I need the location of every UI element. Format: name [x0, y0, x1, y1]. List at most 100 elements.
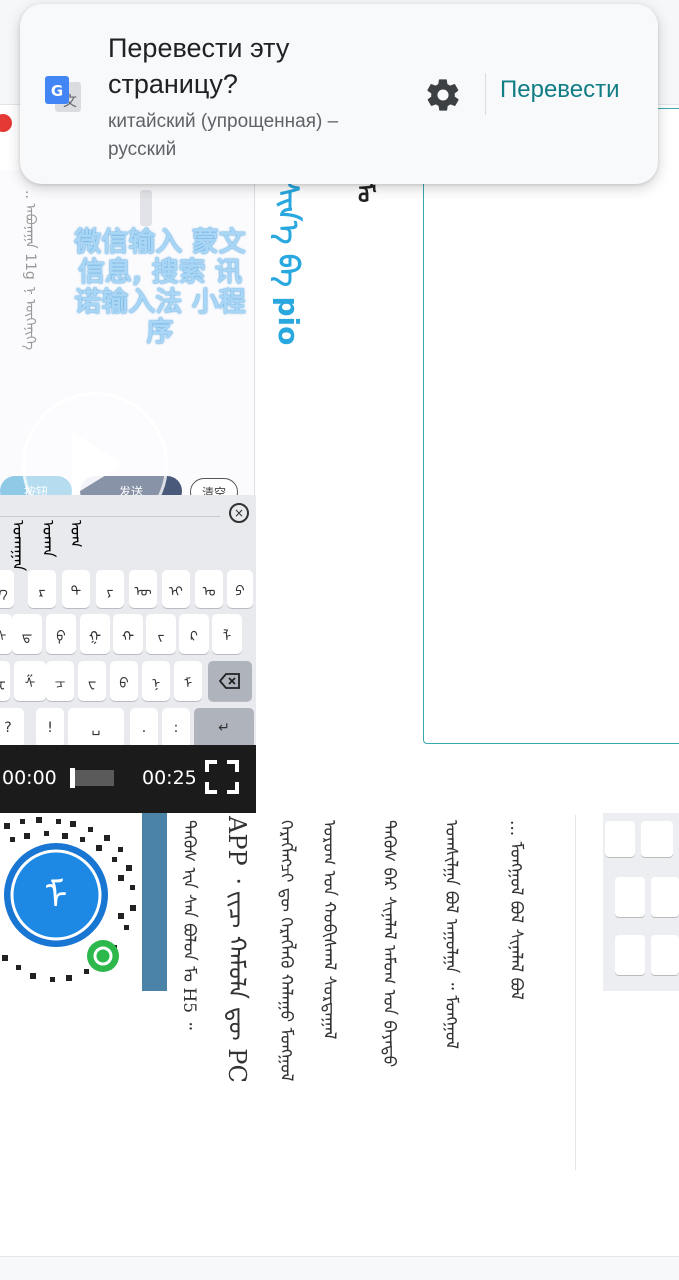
play-icon [72, 432, 124, 496]
keyboard-thumbnail [603, 813, 679, 991]
key-o[interactable]: ᠣ [195, 570, 223, 608]
key-i[interactable]: ᠢ [162, 570, 190, 608]
key-label: ᠫ [235, 584, 245, 600]
key-label: ! [47, 720, 53, 736]
key-g[interactable]: ᠭ [80, 614, 110, 654]
key-label: ᠡ [0, 584, 8, 600]
key-label: ᠸ [87, 676, 97, 692]
key-period[interactable]: . [130, 708, 158, 748]
key-z[interactable]: ᠽ [0, 661, 10, 701]
key-label: : [173, 720, 179, 736]
key-d[interactable]: ᠳ [12, 614, 42, 654]
key-n[interactable]: ᠨ [142, 661, 170, 701]
gear-icon[interactable] [424, 76, 462, 114]
thumb-key [651, 877, 679, 917]
text-column-3: ᠬᠡᠷᠡᠭᠯᠡᠭᠴᠢ ᠳᠦ ᠬᠡᠷᠡᠭᠯᠡᠬᠦ ᠬᠠᠯᠠᠭᠤ ᠮᠣᠩᠭᠤᠯ [276, 820, 296, 1082]
key-label: ᠢ [169, 584, 183, 600]
embedded-frame [423, 108, 679, 744]
faint-vertical-text: .. ᠠᠪᠤᠨᠠᠭᠠ 11g ᠨ ᠦᠭᠡᠨᠢᠬᠡ [22, 190, 38, 351]
key-c[interactable]: ᠴ [46, 661, 74, 701]
key-j[interactable]: ᠵ [146, 614, 176, 654]
key-label: ᠣ [202, 584, 216, 600]
key-label: ᠱ [24, 676, 36, 692]
key-label: ᠯ [222, 629, 232, 645]
key-u[interactable]: ᠦ [129, 570, 157, 608]
key-label: ᠵ [157, 629, 165, 645]
key-label: ᠺ [190, 629, 198, 645]
close-icon[interactable]: × [229, 503, 249, 523]
key-label: ᠳ [21, 629, 33, 645]
thumb-key [605, 821, 635, 857]
text-column-6: ᠤᠭᠰᠢᠯᠭᠠ ᠪᠣᠯ ᠠᠭᠤᠯᠭᠠ ᠃ ᠮᠣᠩᠭᠤᠯ [441, 820, 461, 1049]
key-k[interactable]: ᠺ [179, 614, 209, 654]
text-column-7: ... ᠮᠣᠩᠭᠤᠯ ᠪᠣᠯ ᠰᠢᠨᠡᠯᠡᠯ ᠪᠣᠯ [506, 820, 526, 1000]
key-s[interactable]: ᠰ [0, 614, 12, 654]
duration: 00:25 [142, 767, 197, 789]
key-label: ᠲ [70, 584, 82, 600]
translate-button[interactable]: Перевести [500, 76, 620, 104]
thumb-key [651, 935, 679, 975]
enter-key[interactable]: ↵ [194, 708, 254, 748]
key-label: ᠰ [0, 629, 7, 645]
text-column-2: APP ᠂ ᠵᠢᠴ ᠬᠠᠮᠦᠯᠡ ᠳᠦ PC [223, 816, 251, 1083]
key-label: . [141, 720, 147, 736]
key-y[interactable]: ᠶ [96, 570, 124, 608]
backspace-key[interactable] [208, 661, 252, 701]
red-dot-icon [0, 114, 12, 132]
popup-separator [485, 73, 486, 115]
key-p[interactable]: ᠫ [227, 570, 253, 608]
key-t[interactable]: ᠲ [62, 570, 90, 608]
blue-heading: ᠰᠢᠨ᠎ᠡ ᠪᠠ pio [272, 180, 305, 346]
key-h[interactable]: ᠬ [113, 614, 143, 654]
key-label: ᠪ [119, 676, 129, 692]
key-l[interactable]: ᠯ [212, 614, 242, 654]
key-exclaim[interactable]: ! [36, 708, 64, 748]
svg-text:G: G [51, 82, 63, 100]
fullscreen-icon[interactable] [205, 760, 239, 794]
google-translate-icon: 文 G [45, 76, 81, 112]
phone-scroll-indicator [140, 190, 152, 226]
key-r[interactable]: ᠷ [28, 570, 56, 608]
suggestion-1[interactable]: ᠤᠬᠠᠭᠠᠨ [4, 520, 32, 571]
suggestion-2[interactable]: ᠤᠬᠠᠨ [34, 520, 62, 558]
key-label: ␣ [91, 720, 101, 736]
key-label: ? [4, 720, 12, 736]
key-label: ᠮ [183, 676, 193, 692]
translate-title: Перевести эту страницу? [108, 33, 290, 99]
thumb-key [615, 935, 645, 975]
key-label: ᠽ [0, 669, 6, 693]
page-footer [0, 1257, 679, 1280]
key-e[interactable]: ᠡ [0, 570, 14, 608]
key-label: ᠹ [56, 629, 66, 645]
key-label: ᠨ [151, 676, 161, 692]
current-time: 00:00 [2, 767, 57, 789]
backspace-icon [219, 673, 240, 689]
progress-track[interactable] [72, 770, 114, 786]
key-question[interactable]: ? [0, 708, 24, 748]
key-label: ᠶ [106, 584, 114, 600]
key-label: ↵ [218, 720, 230, 736]
key-colon[interactable]: : [162, 708, 190, 748]
black-heading: ᠮᠣ [352, 182, 377, 203]
image-edge-stripe [142, 813, 167, 991]
svg-text:ᠮ: ᠮ [45, 874, 68, 918]
progress-knob[interactable] [70, 768, 75, 788]
thumb-key [641, 821, 673, 857]
key-space[interactable]: ␣ [68, 708, 124, 748]
key-v[interactable]: ᠸ [78, 661, 106, 701]
key-b[interactable]: ᠪ [110, 661, 138, 701]
text-column-5: ᠲᠡᠭᠦᠰ ᠪᠠᠷ ᠰᠢᠨᠡᠯᠡᠯ ᠠᠮᠤᠭ ᠤᠨ ᠪᠡᠶᠡᠳᠦ [379, 820, 399, 1068]
key-label: ᠬ [121, 629, 135, 645]
qr-code-icon: ᠮ [0, 817, 136, 982]
text-column-4: ᠤᠷᠤᠭ ᠤᠨ ᠬᠤᠪᠢᠰᠬᠠᠯ ᠰᠤᠷᠲᠠᠭᠠᠯ [319, 820, 339, 1040]
suggestion-3[interactable]: ᠤᠬ [62, 520, 90, 548]
column-divider [575, 815, 576, 1170]
key-f[interactable]: ᠹ [46, 614, 76, 654]
thumb-key [615, 877, 645, 917]
translate-languages: китайский (упрощенная) – русский [108, 111, 339, 160]
promo-text: 微信输入 蒙文信息, 搜索 讯诺输入法 小程序 [74, 227, 246, 348]
suggestion-divider [0, 516, 220, 517]
key-m[interactable]: ᠮ [174, 661, 202, 701]
key-label: ᠷ [38, 584, 46, 600]
key-x[interactable]: ᠱ [14, 661, 46, 701]
